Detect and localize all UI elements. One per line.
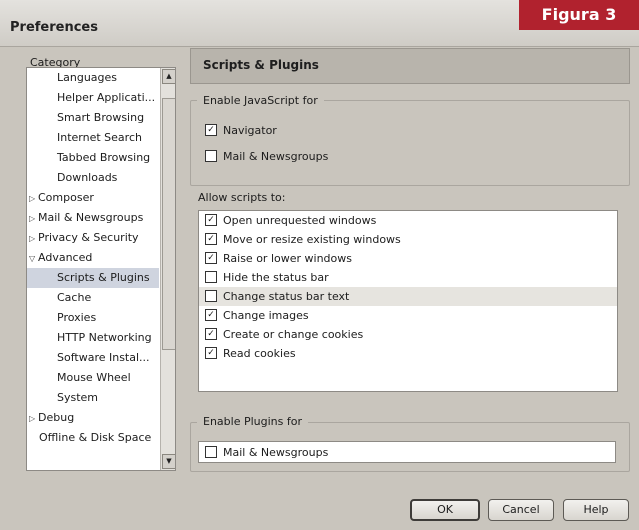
checkbox-icon[interactable]: ✓ [205, 233, 217, 245]
checkbox-icon[interactable] [205, 271, 217, 283]
script-permission-label: Move or resize existing windows [223, 233, 401, 246]
category-item[interactable]: Mouse Wheel [27, 368, 159, 388]
script-permission-row[interactable]: ✓ Open unrequested windows [199, 211, 617, 230]
category-item-label: Downloads [57, 171, 118, 184]
category-tree[interactable]: Languages Helper Applicati... Smart Browsi… [26, 67, 176, 471]
category-item[interactable]: Languages [27, 68, 159, 88]
collapsed-triangle-icon[interactable]: ▷ [29, 209, 38, 229]
help-button[interactable]: Help [563, 499, 629, 521]
allow-scripts-label: Allow scripts to: [198, 191, 286, 204]
script-permission-row[interactable]: Hide the status bar [199, 268, 617, 287]
script-permission-label: Read cookies [223, 347, 296, 360]
expanded-triangle-icon[interactable]: ▽ [29, 249, 38, 269]
category-item-label: Mail & Newsgroups [38, 211, 144, 224]
collapsed-triangle-icon[interactable]: ▷ [29, 189, 38, 209]
cancel-button[interactable]: Cancel [488, 499, 554, 521]
scroll-down-icon[interactable]: ▼ [162, 454, 175, 469]
category-item-label: Helper Applicati... [57, 91, 156, 104]
category-item-label: Privacy & Security [38, 231, 139, 244]
category-item-label: System [57, 391, 99, 404]
script-permission-label: Open unrequested windows [223, 214, 377, 227]
checkbox-icon[interactable]: ✓ [205, 347, 217, 359]
category-item[interactable]: ▷ Privacy & Security [27, 228, 159, 248]
category-item[interactable]: ▷ Mail & Newsgroups [27, 208, 159, 228]
script-permission-label: Raise or lower windows [223, 252, 352, 265]
panel-title: Scripts & Plugins [203, 58, 319, 72]
script-permission-row[interactable]: ✓ Move or resize existing windows [199, 230, 617, 249]
category-item-label: Proxies [57, 311, 97, 324]
checkbox-icon[interactable]: ✓ [205, 252, 217, 264]
scroll-up-icon[interactable]: ▲ [162, 69, 175, 84]
category-item-label: Languages [57, 71, 118, 84]
category-item[interactable]: ▽ Advanced [27, 248, 159, 268]
figure-badge: Figura 3 [519, 0, 639, 30]
navigator-checkbox[interactable]: ✓ Navigator [205, 122, 277, 140]
category-item-label: Scripts & Plugins [57, 271, 150, 284]
script-permission-label: Change images [223, 309, 309, 322]
category-item[interactable]: Tabbed Browsing [27, 148, 159, 168]
script-permission-row[interactable]: ✓ Create or change cookies [199, 325, 617, 344]
script-permission-label: Change status bar text [223, 290, 350, 303]
script-permission-row[interactable]: Change status bar text [199, 287, 617, 306]
script-permission-row[interactable]: ✓ Change images [199, 306, 617, 325]
collapsed-triangle-icon[interactable]: ▷ [29, 229, 38, 249]
category-item-label: Software Instal... [57, 351, 150, 364]
allow-scripts-list[interactable]: ✓ Open unrequested windows ✓ Move or resize… [198, 210, 618, 392]
ok-button[interactable]: OK [410, 499, 480, 521]
category-item[interactable]: Internet Search [27, 128, 159, 148]
checkbox-icon[interactable]: ✓ [205, 309, 217, 321]
checkbox-icon[interactable] [205, 446, 217, 458]
category-item[interactable]: ▷ Composer [27, 188, 159, 208]
scrollbar-thumb[interactable] [162, 98, 175, 350]
category-item-label: HTTP Networking [57, 331, 152, 344]
category-item[interactable]: Smart Browsing [27, 108, 159, 128]
checkbox-icon[interactable]: ✓ [205, 328, 217, 340]
category-list: Languages Helper Applicati... Smart Browsi… [27, 68, 159, 448]
category-item[interactable]: Proxies [27, 308, 159, 328]
checkbox-icon[interactable]: ✓ [205, 124, 217, 136]
window-title: Preferences [10, 20, 98, 35]
enable-js-group [190, 100, 630, 186]
category-item-label: Advanced [38, 251, 93, 264]
category-item-label: Mouse Wheel [57, 371, 131, 384]
category-item-label: Cache [57, 291, 92, 304]
script-permission-row[interactable]: ✓ Read cookies [199, 344, 617, 363]
category-item[interactable]: Scripts & Plugins [27, 268, 159, 288]
category-item[interactable]: System [27, 388, 159, 408]
category-item[interactable]: Downloads [27, 168, 159, 188]
category-item[interactable]: Software Instal... [27, 348, 159, 368]
panel-header: Scripts & Plugins [190, 48, 630, 84]
script-permission-label: Hide the status bar [223, 271, 329, 284]
category-item[interactable]: Helper Applicati... [27, 88, 159, 108]
plugins-mail-checkbox[interactable]: Mail & Newsgroups [198, 441, 616, 463]
script-permission-row[interactable]: ✓ Raise or lower windows [199, 249, 617, 268]
mail-js-checkbox[interactable]: Mail & Newsgroups [205, 148, 328, 166]
category-item-label: Internet Search [57, 131, 142, 144]
plugins-title: Enable Plugins for [197, 415, 308, 428]
category-item[interactable]: ▷ Debug [27, 408, 159, 428]
category-item-label: Smart Browsing [57, 111, 145, 124]
enable-js-title: Enable JavaScript for [197, 94, 324, 107]
category-item-label: Debug [38, 411, 75, 424]
category-item[interactable]: Cache [27, 288, 159, 308]
category-item[interactable]: HTTP Networking [27, 328, 159, 348]
category-item-label: Tabbed Browsing [57, 151, 151, 164]
category-item-label: Composer [38, 191, 94, 204]
checkbox-icon[interactable]: ✓ [205, 214, 217, 226]
checkbox-icon[interactable] [205, 150, 217, 162]
category-item[interactable]: Offline & Disk Space [27, 428, 159, 448]
category-item-label: Offline & Disk Space [39, 431, 152, 444]
checkbox-icon[interactable] [205, 290, 217, 302]
category-scrollbar[interactable]: ▲ ▼ [160, 68, 175, 470]
script-permission-label: Create or change cookies [223, 328, 364, 341]
collapsed-triangle-icon[interactable]: ▷ [29, 409, 38, 429]
